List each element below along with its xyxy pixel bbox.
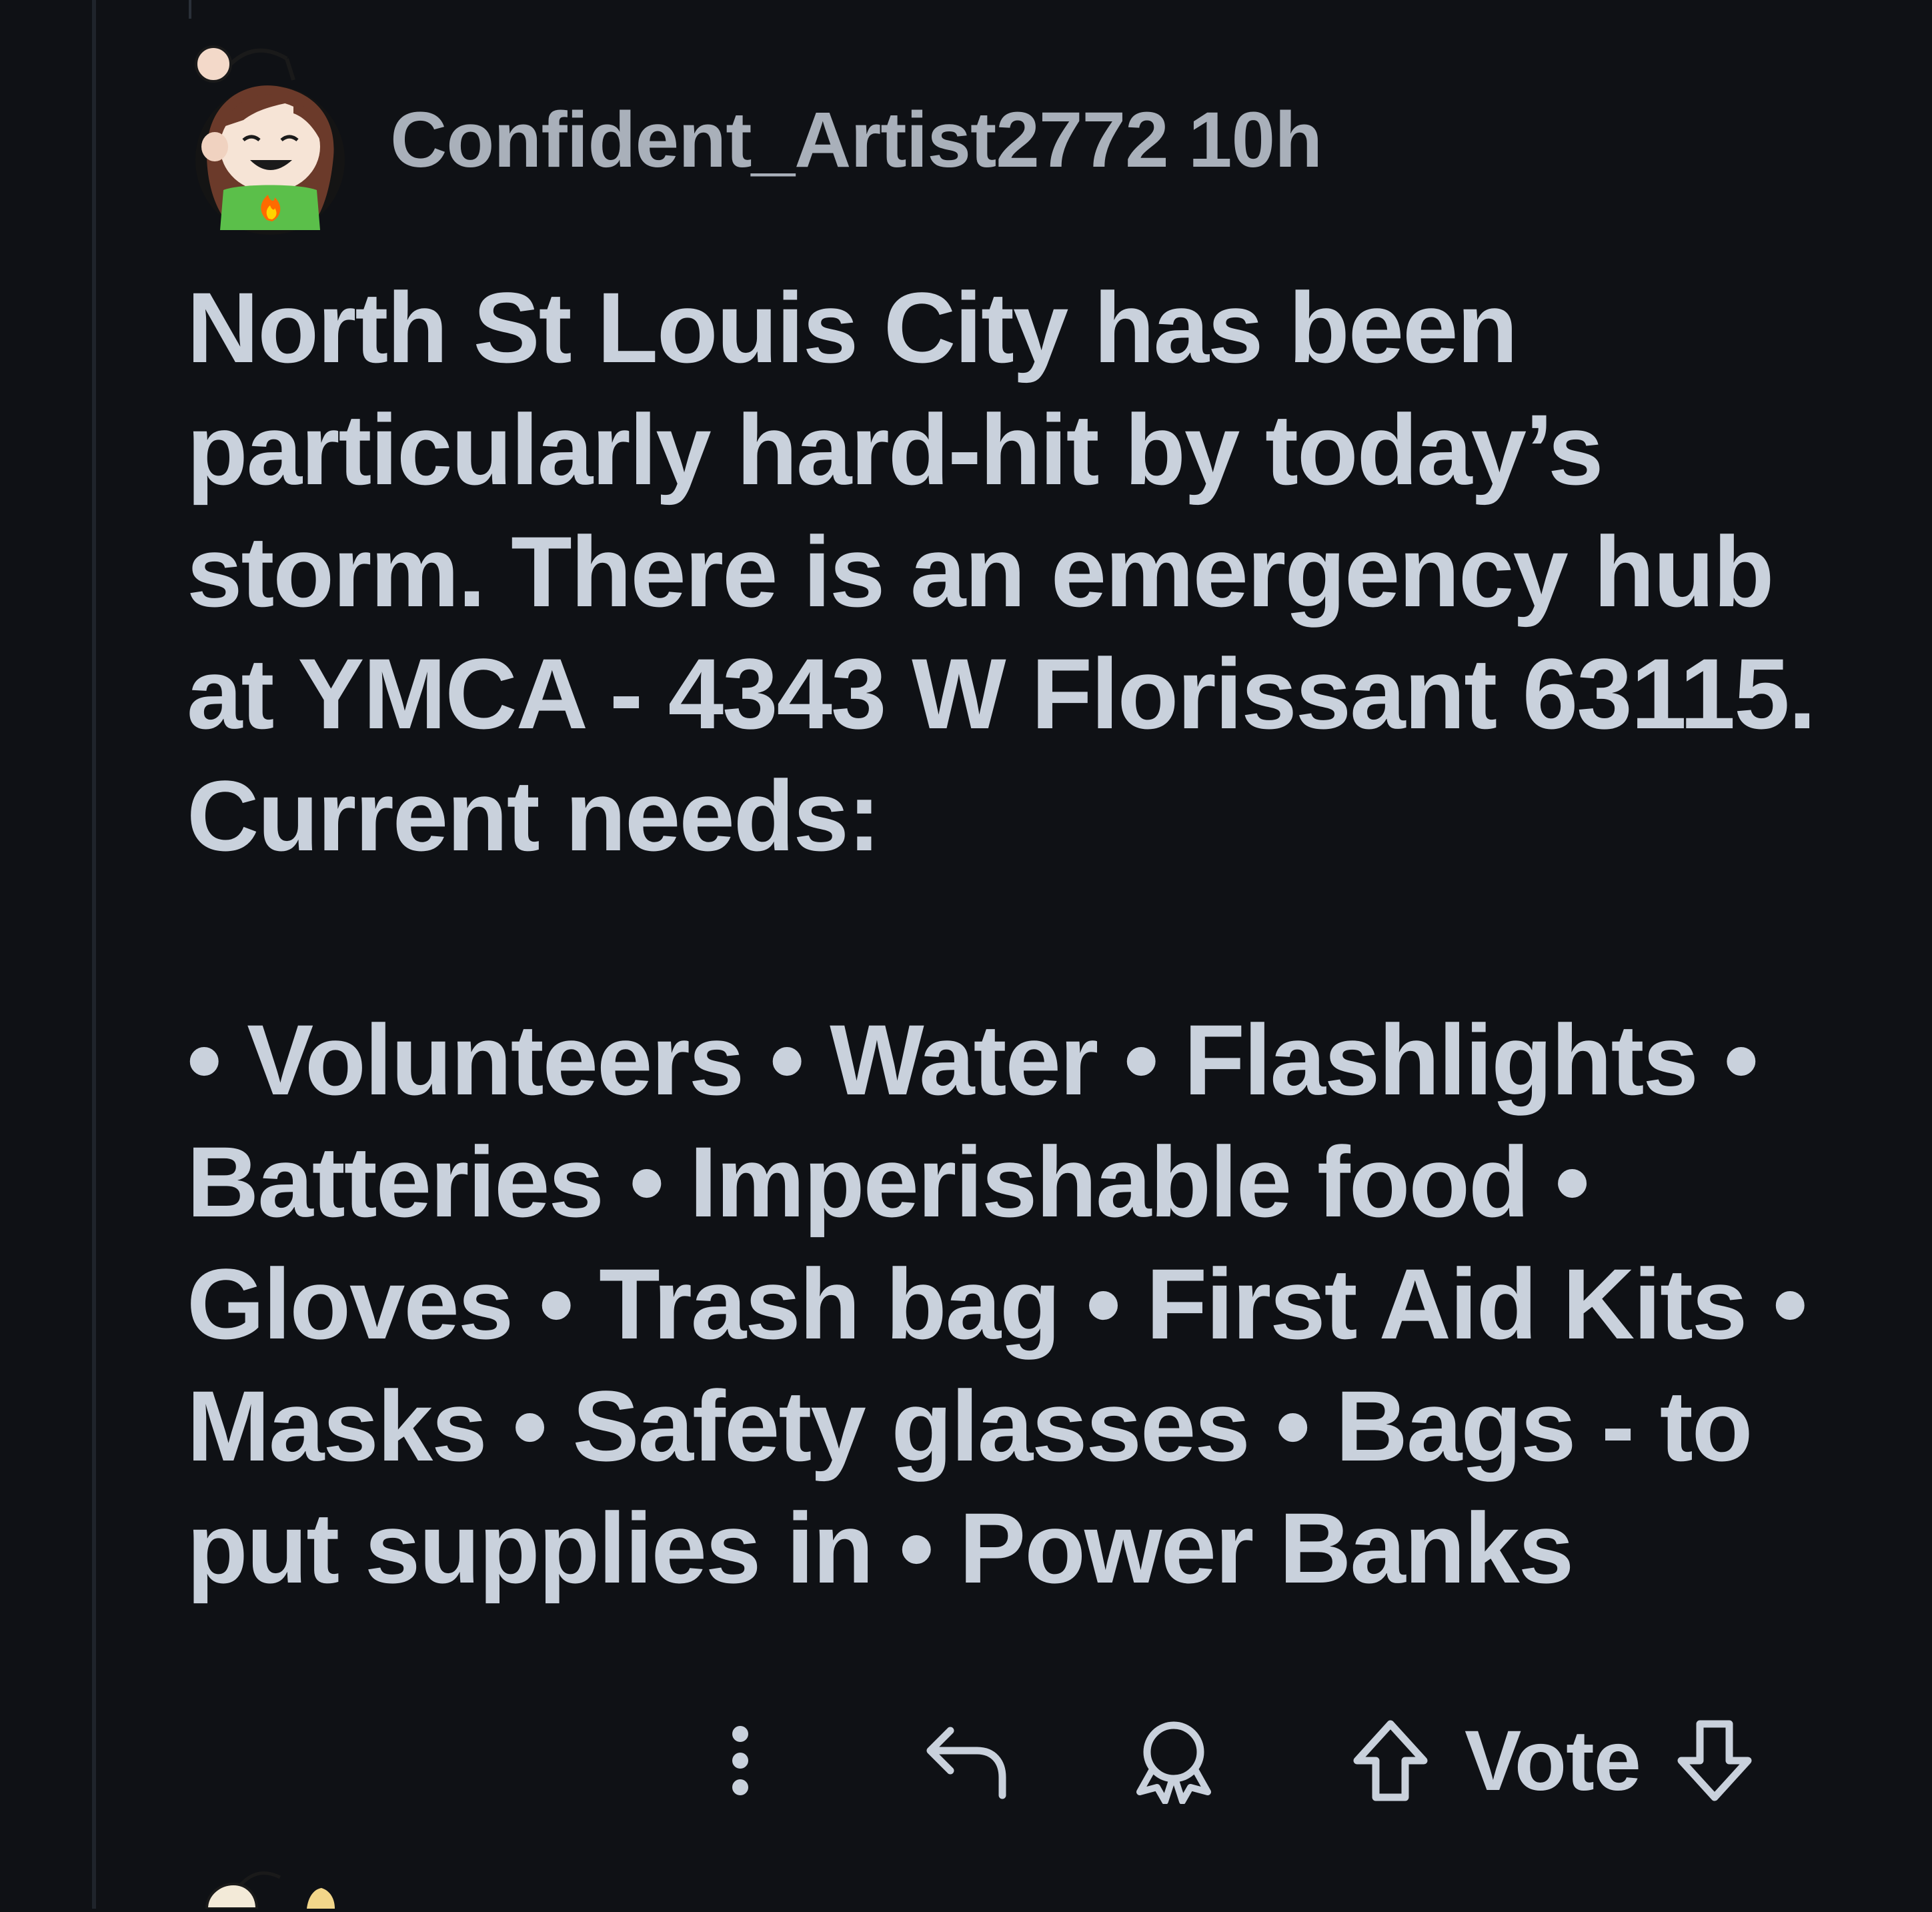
downvote-button[interactable] [1665,1714,1765,1807]
comment-text-intro: North St Louis City has been particularl… [187,271,1816,872]
thread-line[interactable] [92,0,96,1909]
next-comment-avatar[interactable] [193,1864,353,1910]
avatar-icon [205,1871,335,1910]
thread-line-top [189,0,191,19]
avatar-icon [195,45,345,235]
comment-header: Confident_Artist2772 10h [187,40,1322,240]
comment-text-needs: • Volunteers • Water • Flashlights • Bat… [187,1004,1808,1604]
timestamp: 10h [1188,96,1322,184]
vote-label: Vote [1465,1713,1641,1809]
avatar[interactable] [187,40,353,240]
upvote-button[interactable] [1340,1714,1440,1807]
username[interactable]: Confident_Artist2772 [390,95,1169,185]
comment-body: North St Louis City has been particularl… [187,267,1867,1609]
more-options-icon [732,1726,748,1795]
award-icon [1136,1721,1211,1804]
comment-actions: Vote [187,1713,1854,1809]
upvote-icon [1353,1720,1428,1801]
more-options-button[interactable] [700,1714,780,1807]
reply-button[interactable] [907,1714,1027,1807]
reply-icon [926,1727,1006,1799]
comment-meta: Confident_Artist2772 10h [390,95,1322,185]
vote-group: Vote [1340,1713,1765,1809]
downvote-icon [1677,1720,1752,1801]
award-button[interactable] [1114,1714,1234,1807]
